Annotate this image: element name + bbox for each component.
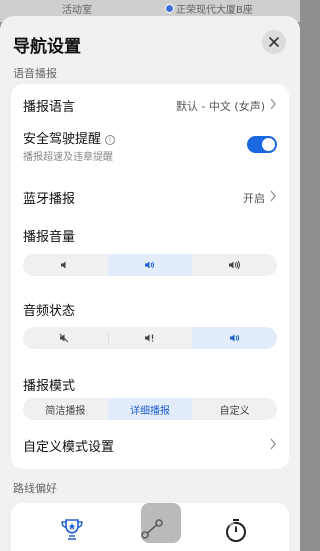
- close-icon: [269, 37, 279, 47]
- chevron-right-icon: [270, 98, 276, 110]
- bluetooth-label: 蓝牙播报: [23, 192, 76, 207]
- volume-option-low[interactable]: [23, 254, 108, 276]
- bluetooth-row[interactable]: 蓝牙播报 开启: [23, 180, 277, 214]
- audio-state-label: 音频状态: [23, 304, 76, 319]
- broadcast-mode-label: 播报模式: [23, 379, 76, 394]
- volume-option-medium[interactable]: [107, 254, 193, 276]
- custom-mode-row[interactable]: 自定义模式设置: [23, 430, 277, 460]
- volume-selector: [23, 254, 277, 276]
- volume-low-icon: [61, 261, 66, 269]
- volume-row: 播报音量: [23, 226, 277, 246]
- voice-settings-card: 播报语言 默认 - 中文 (女声) 安全驾驶提醒 i 播报超速及违章提醒 蓝牙播报…: [11, 84, 289, 469]
- safe-driving-label: 安全驾驶提醒 i: [23, 128, 116, 147]
- bluetooth-value: 开启: [243, 192, 265, 205]
- volume-on-icon: [229, 334, 239, 342]
- broadcast-language-label: 播报语言: [23, 100, 76, 115]
- volume-alert-icon: [145, 334, 154, 342]
- trophy-icon[interactable]: [59, 517, 85, 541]
- broadcast-language-value: 默认 - 中文 (女声): [175, 100, 265, 113]
- volume-label: 播报音量: [23, 230, 76, 245]
- broadcast-mode-option-custom[interactable]: 自定义: [192, 398, 277, 420]
- navigation-settings-sheet: 导航设置 语音播报 播报语言 默认 - 中文 (女声) 安全驾驶提醒 i 播报超速…: [0, 16, 300, 551]
- safe-driving-sub: 播报超速及违章提醒: [23, 152, 113, 163]
- toggle-knob: [262, 138, 275, 151]
- map-poi-label: 正荣现代大厦B座: [176, 5, 253, 16]
- watermark-text: 一下载: [190, 513, 275, 543]
- map-poi-label: 活动室: [62, 5, 92, 16]
- audio-state-row: 音频状态: [23, 300, 277, 320]
- volume-medium-icon: [145, 261, 155, 269]
- route-section-label: 路线偏好: [13, 482, 57, 495]
- audio-state-option-alert[interactable]: [107, 327, 193, 349]
- volume-option-high[interactable]: [192, 254, 277, 276]
- audio-state-selector: [23, 327, 277, 349]
- audio-state-option-mute[interactable]: [23, 327, 108, 349]
- custom-mode-label: 自定义模式设置: [23, 440, 115, 455]
- voice-section-label: 语音播报: [13, 67, 57, 80]
- chevron-right-icon: [270, 190, 276, 202]
- info-icon[interactable]: i: [105, 135, 116, 145]
- broadcast-mode-selector: 简洁播报 详细播报 自定义: [23, 398, 277, 420]
- close-button[interactable]: [262, 30, 286, 54]
- map-pin-icon: [165, 4, 174, 13]
- audio-state-option-on[interactable]: [192, 327, 277, 349]
- broadcast-language-row[interactable]: 播报语言 默认 - 中文 (女声): [23, 84, 277, 124]
- broadcast-mode-row: 播报模式: [23, 375, 277, 395]
- broadcast-mode-option-detailed[interactable]: 详细播报: [107, 398, 193, 420]
- page-title: 导航设置: [13, 37, 81, 57]
- safe-driving-toggle[interactable]: [247, 136, 277, 153]
- safe-driving-row: 安全驾驶提醒 i 播报超速及违章提醒: [23, 126, 277, 170]
- watermark-logo: [141, 503, 181, 543]
- chevron-right-icon: [270, 438, 276, 450]
- mute-icon: [59, 333, 69, 343]
- broadcast-mode-option-simple[interactable]: 简洁播报: [23, 398, 108, 420]
- volume-high-icon: [229, 260, 241, 270]
